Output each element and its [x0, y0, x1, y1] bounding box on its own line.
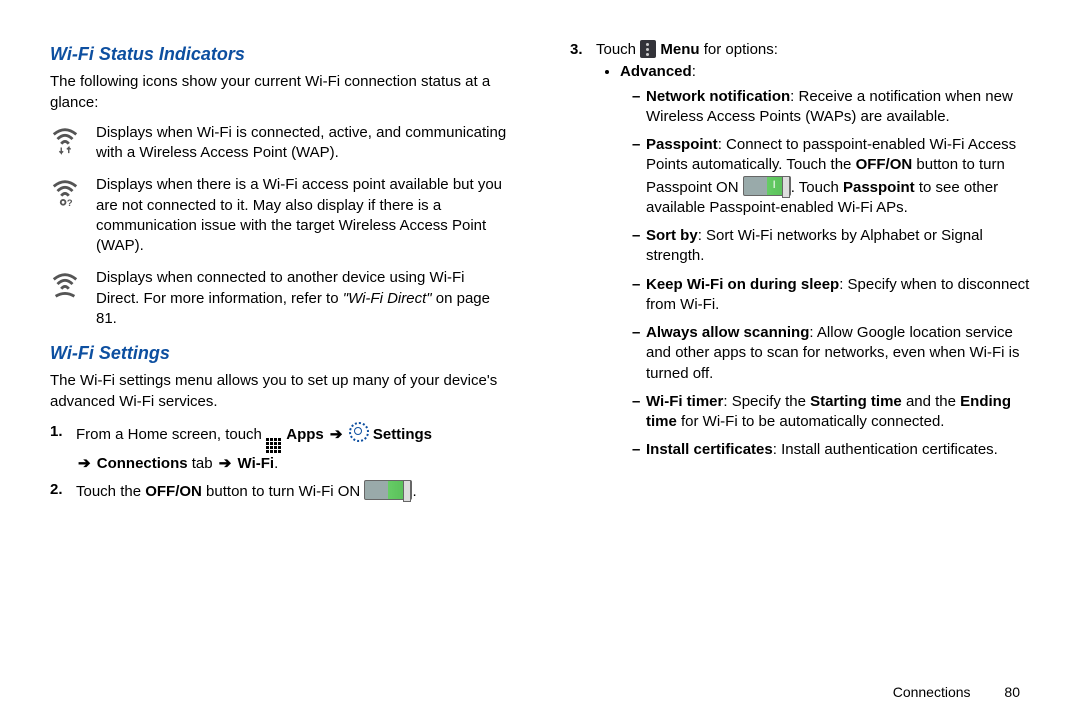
right-column: 3. Touch Menu for options: Advanced: Net… [570, 36, 1030, 508]
menu-dots-icon [640, 40, 656, 58]
arrow-icon [328, 426, 345, 443]
wifi-available-icon: ? [50, 177, 80, 213]
opt-passpoint: Passpoint: Connect to passpoint-enabled … [632, 135, 1030, 218]
arrow-icon [76, 455, 93, 472]
opt-wifi-timer: Wi-Fi timer: Specify the Starting time a… [632, 392, 1030, 433]
left-column: Wi-Fi Status Indicators The following ic… [50, 36, 510, 508]
wifi-direct-ref: "Wi-Fi Direct" [343, 290, 432, 307]
steps-right: 3. Touch Menu for options: Advanced: Net… [570, 40, 1030, 469]
opt-allow-scanning: Always allow scanning: Allow Google loca… [632, 323, 1030, 384]
wifi-direct-icon [50, 270, 80, 306]
indicator-direct-text: Displays when connected to another devic… [96, 268, 510, 329]
opt-network-notification: Network notification: Receive a notifica… [632, 87, 1030, 128]
step-1: 1. From a Home screen, touch Apps Settin… [50, 422, 510, 474]
svg-text:?: ? [67, 198, 73, 207]
opt-install-certs: Install certificates: Install authentica… [632, 440, 1030, 460]
opt-keep-on-sleep: Keep Wi-Fi on during sleep: Specify when… [632, 275, 1030, 316]
apps-grid-icon [266, 438, 282, 454]
indicator-active: Displays when Wi-Fi is connected, active… [50, 123, 510, 164]
settings-intro: The Wi-Fi settings menu allows you to se… [50, 371, 510, 412]
indicator-active-text: Displays when Wi-Fi is connected, active… [96, 123, 510, 164]
opt-sort-by: Sort by: Sort Wi-Fi networks by Alphabet… [632, 226, 1030, 267]
settings-gear-icon [349, 422, 369, 442]
status-intro: The following icons show your current Wi… [50, 72, 510, 113]
bullet-advanced: Advanced: Network notification: Receive … [620, 62, 1030, 460]
footer-section: Connections [893, 684, 971, 700]
toggle-on-icon [743, 176, 791, 196]
toggle-on-icon [364, 480, 412, 500]
arrow-icon [217, 455, 234, 472]
steps-left: 1. From a Home screen, touch Apps Settin… [50, 422, 510, 503]
step-2: 2. Touch the OFF/ON button to turn Wi-Fi… [50, 480, 510, 502]
heading-wifi-settings: Wi-Fi Settings [50, 341, 510, 365]
wifi-active-icon [50, 125, 80, 161]
step-3: 3. Touch Menu for options: Advanced: Net… [570, 40, 1030, 469]
heading-status-indicators: Wi-Fi Status Indicators [50, 42, 510, 66]
indicator-direct: Displays when connected to another devic… [50, 268, 510, 329]
indicator-available: ? Displays when there is a Wi-Fi access … [50, 175, 510, 256]
page-footer: Connections 80 [893, 684, 1020, 700]
footer-page-number: 80 [1004, 684, 1020, 700]
indicator-available-text: Displays when there is a Wi-Fi access po… [96, 175, 510, 256]
